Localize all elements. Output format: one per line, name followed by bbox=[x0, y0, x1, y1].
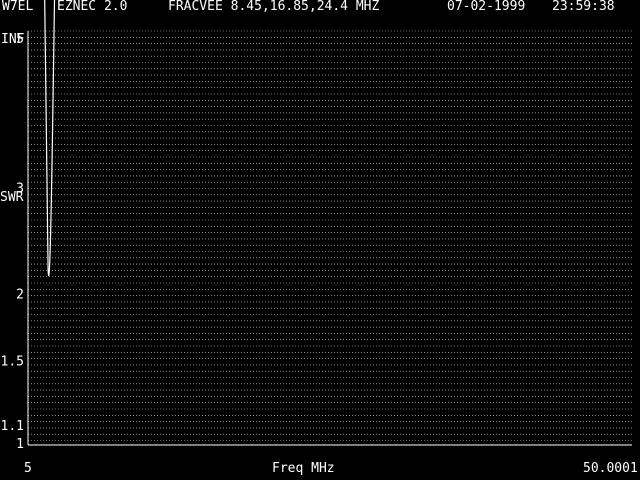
y-tick-label: 5 bbox=[16, 32, 24, 47]
grid-lines bbox=[28, 30, 632, 441]
y-tick-label: 1.5 bbox=[1, 355, 24, 370]
y-tick-label: 2 bbox=[16, 288, 24, 303]
x-end-label: 50.0001 bbox=[583, 461, 638, 476]
swr-plot: INF105321.51.11 SWR bbox=[0, 0, 632, 452]
x-start-label: 5 bbox=[24, 461, 32, 476]
y-axis-label: SWR bbox=[0, 190, 24, 205]
x-axis-label: Freq MHz bbox=[272, 461, 335, 476]
y-tick-label: 1.1 bbox=[1, 419, 24, 434]
y-tick-label: 1 bbox=[16, 437, 24, 452]
